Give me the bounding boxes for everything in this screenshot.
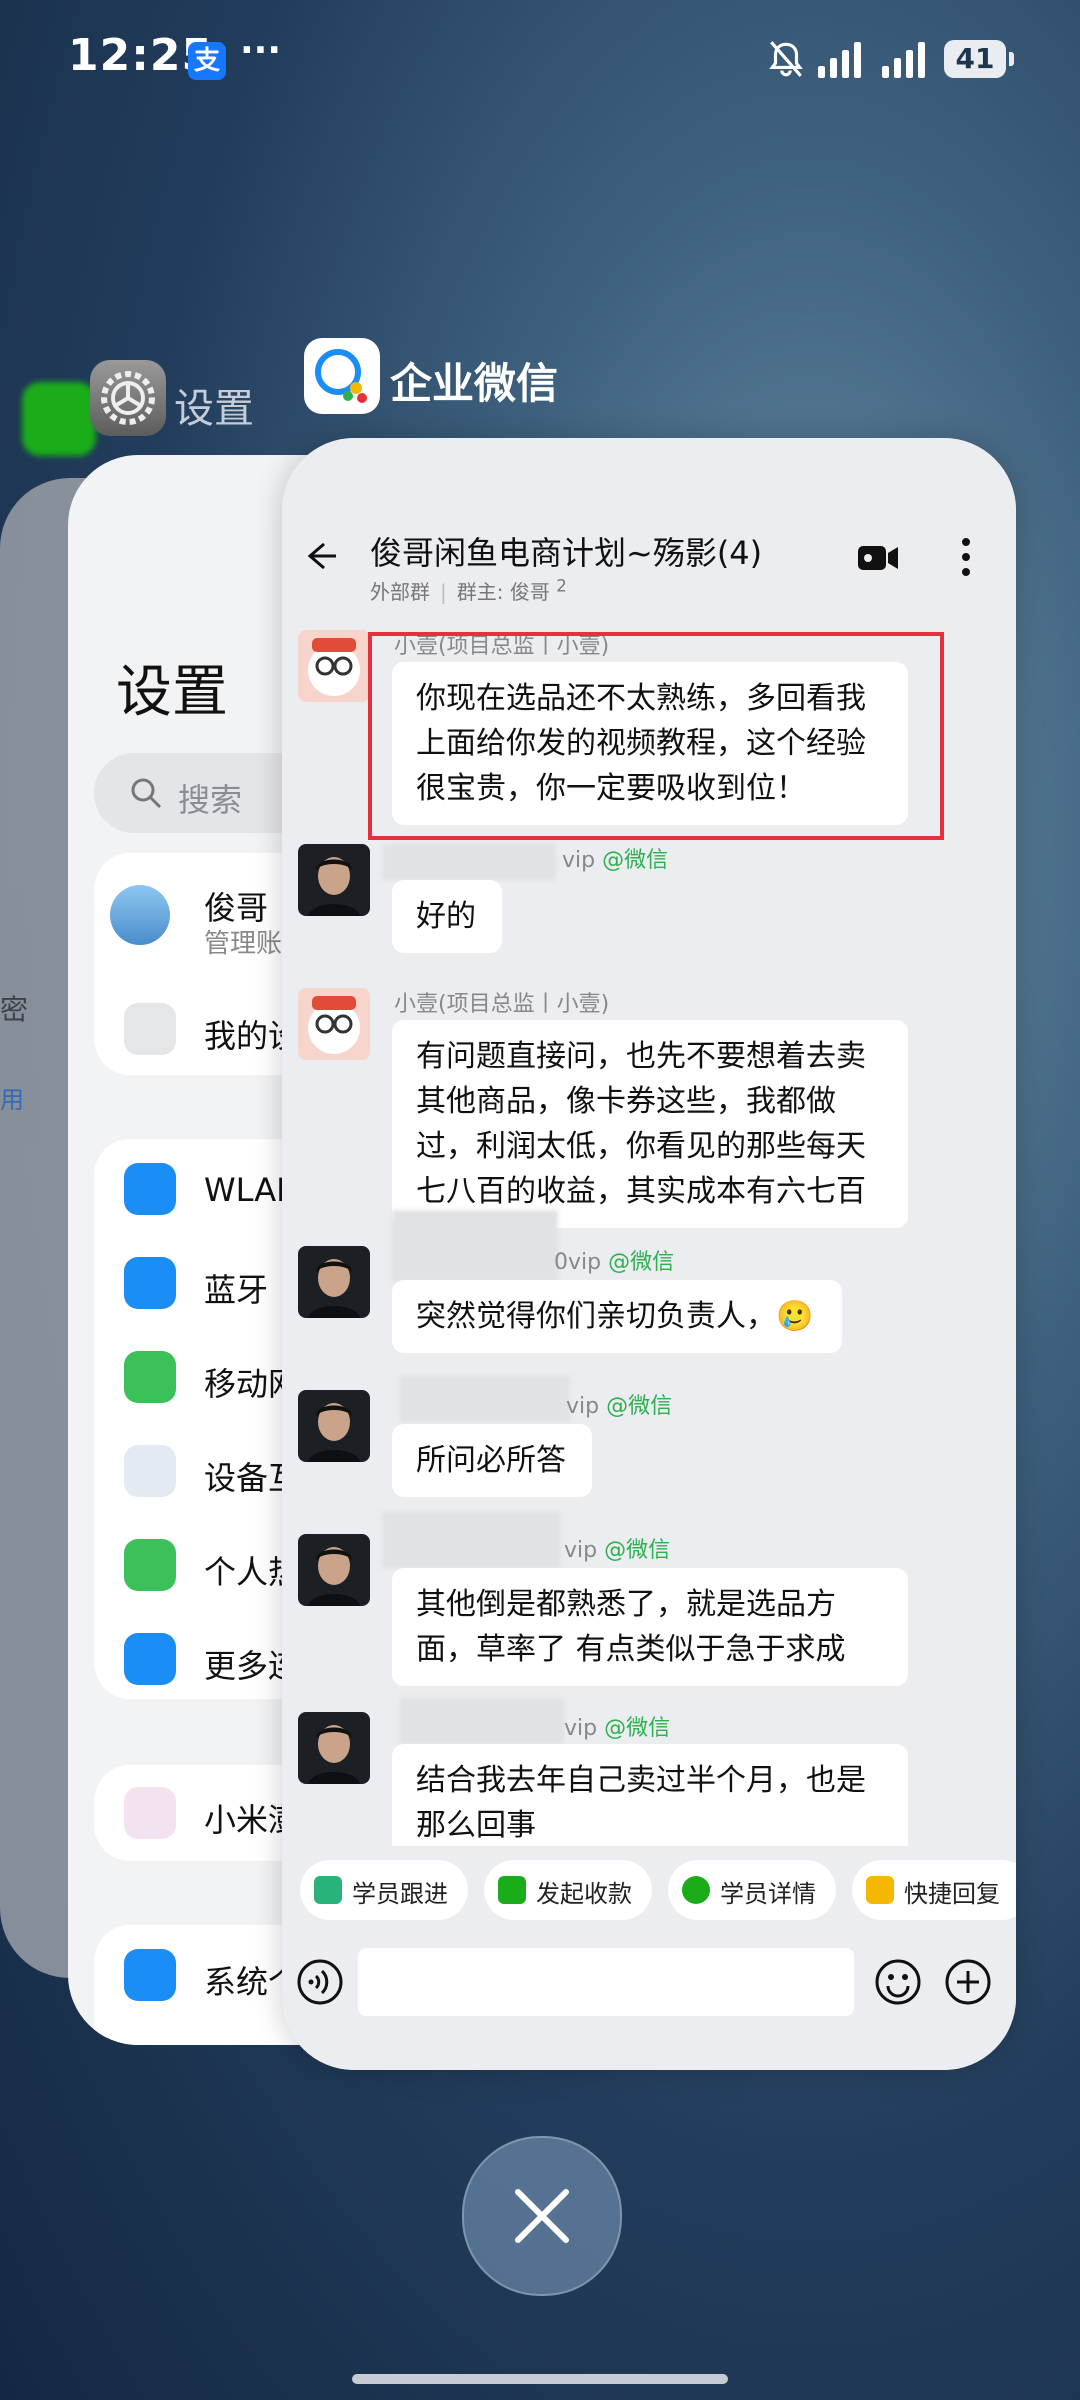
message-bubble[interactable]: 其他倒是都熟悉了，就是选品方面，草率了 有点类似于急于求成 xyxy=(392,1568,908,1686)
sender-name: vip @微信 xyxy=(564,1716,671,1741)
settings-search-placeholder: 搜索 xyxy=(178,781,243,819)
sender-name: vip @微信 xyxy=(564,1538,671,1563)
more-connections-icon xyxy=(124,1633,176,1685)
blurred-name xyxy=(382,844,556,880)
hotspot-icon xyxy=(124,1539,176,1591)
quick-action-student-details[interactable]: 学员详情 xyxy=(668,1860,836,1920)
chat-owner-count: 2 xyxy=(556,576,567,596)
wlan-icon xyxy=(124,1163,176,1215)
search-icon xyxy=(131,778,162,809)
mi-icon xyxy=(124,1787,176,1839)
sender-name: 0vip @微信 xyxy=(554,1250,675,1275)
chat-title: 俊哥闲鱼电商计划~殇影(4) xyxy=(370,534,763,572)
battery-indicator: 41 xyxy=(944,40,1014,78)
blurred-name xyxy=(400,1698,564,1744)
chat-subtitle: 外部群 | 群主: 俊哥 2 xyxy=(370,576,567,604)
avatar[interactable] xyxy=(298,1246,370,1318)
back-arrow-icon[interactable] xyxy=(304,538,340,574)
user-icon xyxy=(682,1876,710,1904)
settings-app-label: 设置 xyxy=(174,386,254,432)
message-bubble[interactable]: 结合我去年自己卖过半个月，也是那么回事 xyxy=(392,1744,908,1862)
chat-owner: 群主: 俊哥 xyxy=(456,580,550,604)
bluetooth-icon xyxy=(124,1257,176,1309)
alipay-notification-icon: 支 xyxy=(188,42,226,80)
voice-input-icon[interactable] xyxy=(296,1958,344,2006)
message-bubble[interactable]: 所问必所答 xyxy=(392,1424,592,1497)
avatar[interactable] xyxy=(298,1712,370,1784)
device-connect-icon xyxy=(124,1445,176,1497)
chat-external-tag: 外部群 xyxy=(370,580,430,604)
wechat-icon xyxy=(22,382,96,456)
settings-title: 设置 xyxy=(116,660,228,725)
quick-action-payment[interactable]: 发起收款 xyxy=(484,1860,652,1920)
quick-action-quick-reply[interactable]: 快捷回复 xyxy=(852,1860,1016,1920)
side-text-1: 密 xyxy=(0,993,29,1026)
message-input[interactable] xyxy=(358,1948,854,2016)
emoji-icon[interactable] xyxy=(874,1958,922,2006)
more-options-icon[interactable] xyxy=(960,536,972,578)
input-bar xyxy=(282,1948,1016,2070)
follow-icon xyxy=(314,1876,342,1904)
mobile-network-icon xyxy=(124,1351,176,1403)
payment-icon xyxy=(498,1876,526,1904)
add-icon[interactable] xyxy=(944,1958,992,2006)
avatar[interactable] xyxy=(298,630,370,702)
wecom-app-label: 企业微信 xyxy=(390,359,559,408)
system-icon xyxy=(124,1949,176,2001)
quick-reply-icon xyxy=(866,1876,894,1904)
message-bubble[interactable]: 好的 xyxy=(392,880,502,953)
settings-item-bluetooth[interactable]: 蓝牙 xyxy=(204,1265,268,1311)
home-indicator[interactable] xyxy=(352,2374,728,2384)
blurred-name xyxy=(400,1376,570,1422)
avatar[interactable] xyxy=(298,1534,370,1606)
status-bar: 12:25 支 ··· 41 xyxy=(0,0,1080,120)
message-bubble[interactable]: 有问题直接问，也先不要想着去卖其他商品，像卡券这些，我都做过，利润太低，你看见的… xyxy=(392,1020,908,1228)
sender-name: 小壹(项目总监丨小壹) xyxy=(394,992,610,1017)
wecom-app-icon xyxy=(304,338,380,414)
settings-gear-icon xyxy=(90,360,166,436)
avatar[interactable] xyxy=(298,988,370,1060)
avatar[interactable] xyxy=(298,1390,370,1462)
chat-header: 俊哥闲鱼电商计划~殇影(4) 外部群 | 群主: 俊哥 2 xyxy=(282,438,1016,610)
blurred-name xyxy=(382,1512,560,1568)
video-call-icon[interactable] xyxy=(856,542,900,574)
clear-recents-button[interactable] xyxy=(462,2136,622,2296)
highlight-box xyxy=(368,632,944,840)
blurred-name xyxy=(392,1210,558,1282)
avatar[interactable] xyxy=(298,844,370,916)
sender-name: vip @微信 xyxy=(562,848,669,873)
sender-name: vip @微信 xyxy=(566,1394,673,1419)
message-bubble[interactable]: 突然觉得你们亲切负责人，🥲 xyxy=(392,1280,842,1353)
side-text-2: 用 xyxy=(0,1086,24,1114)
phone-icon xyxy=(124,1003,176,1055)
mute-icon xyxy=(769,41,803,77)
more-notifications-icon: ··· xyxy=(240,30,282,71)
avatar xyxy=(110,885,170,945)
close-icon xyxy=(515,2189,569,2243)
signal-icon-sim1 xyxy=(818,42,861,78)
signal-icon-sim2 xyxy=(882,42,925,78)
account-sub: 管理账 xyxy=(204,929,283,959)
emoji: 🥲 xyxy=(776,1299,814,1334)
quick-action-student-follow[interactable]: 学员跟进 xyxy=(300,1860,468,1920)
